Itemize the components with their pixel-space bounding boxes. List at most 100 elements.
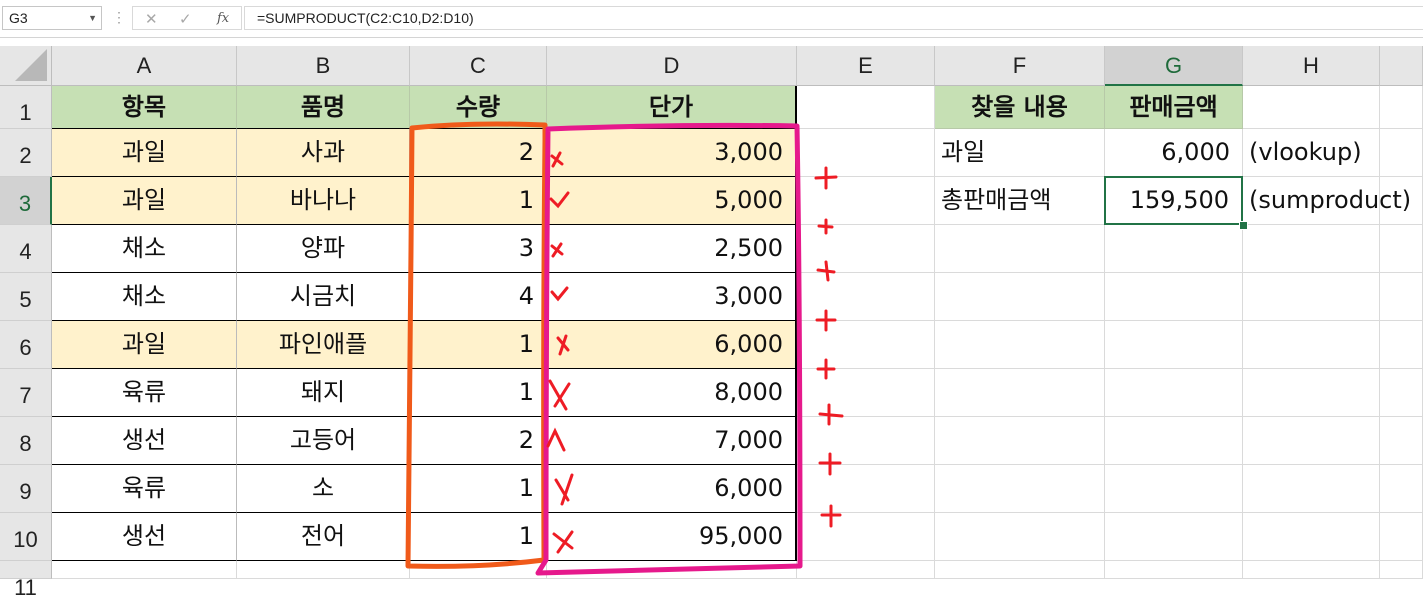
empty-cell[interactable] xyxy=(1380,129,1423,177)
table-header-cell[interactable]: 품명 xyxy=(237,86,410,129)
table-cell-product[interactable]: 사과 xyxy=(237,129,410,177)
row-header-3[interactable]: 3 xyxy=(0,177,52,225)
table-cell-product[interactable]: 파인애플 xyxy=(237,321,410,369)
table-header-cell[interactable]: 항목 xyxy=(52,86,237,129)
table-cell-qty[interactable]: 2 xyxy=(410,129,547,177)
empty-cell[interactable] xyxy=(1243,369,1380,417)
empty-cell[interactable] xyxy=(237,561,410,579)
table-cell-price[interactable]: 6,000 xyxy=(547,321,797,369)
active-cell-g3[interactable]: 159,500 xyxy=(1104,176,1243,225)
empty-cell[interactable] xyxy=(1380,86,1423,129)
column-header-a[interactable]: A xyxy=(52,46,237,86)
table-cell-qty[interactable]: 1 xyxy=(410,321,547,369)
empty-cell[interactable] xyxy=(1243,513,1380,561)
formula-input[interactable]: =SUMPRODUCT(C2:C10,D2:D10) xyxy=(244,6,1423,30)
empty-cell[interactable] xyxy=(1105,225,1243,273)
row-header-7[interactable]: 7 xyxy=(0,369,52,417)
insert-function-icon[interactable]: fx xyxy=(217,11,229,26)
table-cell-price[interactable]: 7,000 xyxy=(547,417,797,465)
empty-cell[interactable] xyxy=(1243,417,1380,465)
empty-cell[interactable] xyxy=(410,561,547,579)
table-cell-qty[interactable]: 2 xyxy=(410,417,547,465)
empty-cell[interactable] xyxy=(1105,417,1243,465)
row-header-8[interactable]: 8 xyxy=(0,417,52,465)
table-cell-qty[interactable]: 1 xyxy=(410,465,547,513)
empty-cell[interactable] xyxy=(1380,321,1423,369)
empty-cell[interactable] xyxy=(1380,225,1423,273)
table-cell-qty[interactable]: 4 xyxy=(410,273,547,321)
table-cell-qty[interactable]: 1 xyxy=(410,369,547,417)
table-cell-product[interactable]: 소 xyxy=(237,465,410,513)
empty-cell[interactable] xyxy=(1105,561,1243,579)
table-cell-product[interactable]: 시금치 xyxy=(237,273,410,321)
empty-cell[interactable] xyxy=(547,561,797,579)
name-box[interactable]: G3 ▼ xyxy=(2,6,102,30)
empty-cell[interactable] xyxy=(797,177,935,225)
table-cell-qty[interactable]: 1 xyxy=(410,513,547,561)
table-cell-category[interactable]: 생선 xyxy=(52,417,237,465)
select-all-button[interactable] xyxy=(0,46,52,86)
empty-cell[interactable] xyxy=(797,86,935,129)
empty-cell[interactable] xyxy=(935,513,1105,561)
empty-cell[interactable] xyxy=(935,465,1105,513)
empty-cell[interactable] xyxy=(797,465,935,513)
lookup-header-cell[interactable]: 판매금액 xyxy=(1105,86,1243,129)
empty-cell[interactable] xyxy=(935,225,1105,273)
empty-cell[interactable] xyxy=(797,225,935,273)
empty-cell[interactable] xyxy=(935,321,1105,369)
column-header-f[interactable]: F xyxy=(935,46,1105,86)
column-header-e[interactable]: E xyxy=(797,46,935,86)
lookup-note-cell[interactable]: (vlookup) xyxy=(1243,129,1380,177)
empty-cell[interactable] xyxy=(797,417,935,465)
empty-cell[interactable] xyxy=(797,273,935,321)
empty-cell[interactable] xyxy=(1243,225,1380,273)
fill-handle[interactable] xyxy=(1239,221,1248,230)
empty-cell[interactable] xyxy=(1243,465,1380,513)
row-header-2[interactable]: 2 xyxy=(0,129,52,177)
empty-cell[interactable] xyxy=(1243,273,1380,321)
empty-cell[interactable] xyxy=(1380,561,1423,579)
lookup-value-cell[interactable]: 6,000 xyxy=(1105,129,1243,177)
table-cell-category[interactable]: 과일 xyxy=(52,177,237,225)
table-cell-category[interactable]: 생선 xyxy=(52,513,237,561)
empty-cell[interactable] xyxy=(1380,465,1423,513)
table-header-cell[interactable]: 수량 xyxy=(410,86,547,129)
table-cell-product[interactable]: 돼지 xyxy=(237,369,410,417)
empty-cell[interactable] xyxy=(1243,86,1380,129)
empty-cell[interactable] xyxy=(797,129,935,177)
lookup-label-cell[interactable]: 총판매금액 xyxy=(935,177,1105,225)
empty-cell[interactable] xyxy=(797,513,935,561)
table-cell-product[interactable]: 양파 xyxy=(237,225,410,273)
table-cell-category[interactable]: 채소 xyxy=(52,273,237,321)
empty-cell[interactable] xyxy=(935,417,1105,465)
name-box-dropdown-icon[interactable]: ▼ xyxy=(88,7,97,29)
cancel-icon[interactable]: ✕ xyxy=(145,10,158,28)
table-header-cell[interactable]: 단가 xyxy=(547,86,797,129)
row-header-6[interactable]: 6 xyxy=(0,321,52,369)
empty-cell[interactable] xyxy=(1105,321,1243,369)
row-header-4[interactable]: 4 xyxy=(0,225,52,273)
table-cell-category[interactable]: 육류 xyxy=(52,465,237,513)
empty-cell[interactable] xyxy=(1105,369,1243,417)
table-cell-category[interactable]: 과일 xyxy=(52,129,237,177)
empty-cell[interactable] xyxy=(1380,273,1423,321)
table-cell-category[interactable]: 채소 xyxy=(52,225,237,273)
column-header-g[interactable]: G xyxy=(1105,46,1243,86)
empty-cell[interactable] xyxy=(1243,561,1380,579)
table-cell-price[interactable]: 3,000 xyxy=(547,129,797,177)
lookup-header-cell[interactable]: 찾을 내용 xyxy=(935,86,1105,129)
table-cell-price[interactable]: 2,500 xyxy=(547,225,797,273)
empty-cell[interactable] xyxy=(1380,369,1423,417)
check-icon[interactable]: ✓ xyxy=(179,10,192,28)
table-cell-qty[interactable]: 1 xyxy=(410,177,547,225)
empty-cell[interactable] xyxy=(52,561,237,579)
row-header-11[interactable]: 11 xyxy=(0,561,52,600)
row-header-5[interactable]: 5 xyxy=(0,273,52,321)
empty-cell[interactable] xyxy=(797,561,935,579)
empty-cell[interactable] xyxy=(1105,513,1243,561)
row-header-10[interactable]: 10 xyxy=(0,513,52,561)
column-header-c[interactable]: C xyxy=(410,46,547,86)
empty-cell[interactable] xyxy=(1105,465,1243,513)
empty-cell[interactable] xyxy=(1380,417,1423,465)
empty-cell[interactable] xyxy=(935,273,1105,321)
